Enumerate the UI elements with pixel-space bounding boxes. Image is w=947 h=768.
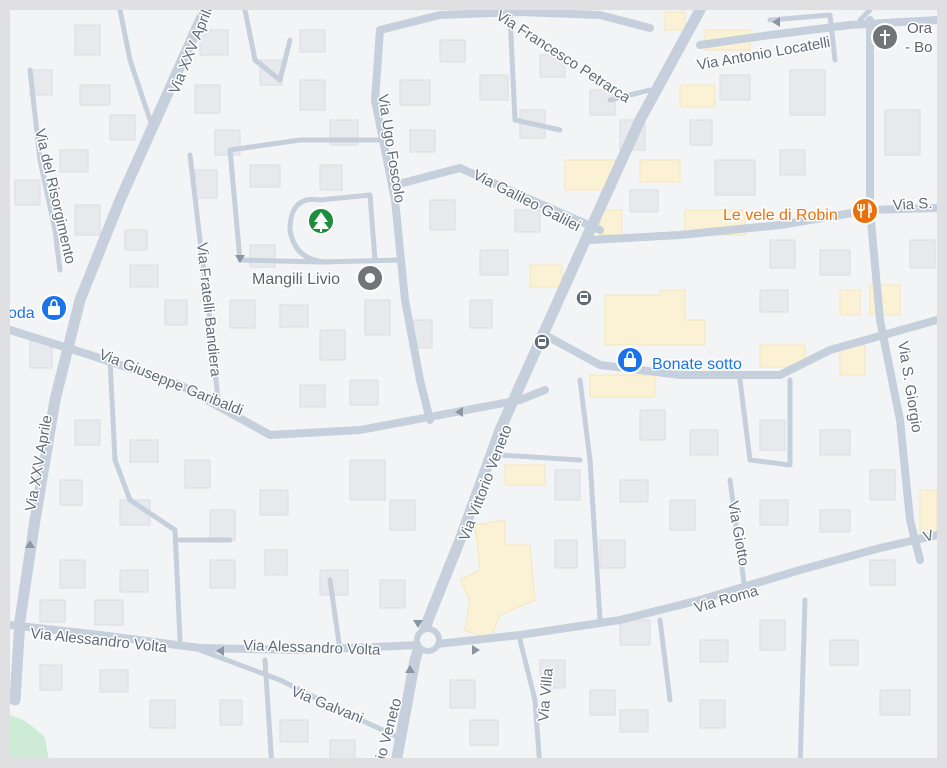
street-label-volta-right: Via Alessandro Volta — [243, 637, 381, 659]
street-label-foscolo: Via Ugo Foscolo — [374, 93, 408, 204]
poi-label-church-1: Ora — [907, 20, 933, 37]
street-label-giotto: Via Giotto — [724, 500, 752, 568]
street-label-vias-right: Via S. — [892, 195, 933, 214]
map-frame[interactable]: Via Francesco Petrarca Via Antonio Locat… — [0, 0, 947, 768]
poi-label-mangili: Mangili Livio — [252, 271, 340, 288]
street-label-garibaldi: Via Giuseppe Garibaldi — [97, 346, 246, 419]
bus-stop-1[interactable] — [575, 289, 593, 307]
street-label-volta-left: Via Alessandro Volta — [30, 625, 169, 656]
place-pin-icon — [365, 273, 375, 283]
map-canvas[interactable]: Via Francesco Petrarca Via Antonio Locat… — [0, 0, 947, 768]
street-label-bandiera: Via Fratelli Bandiera — [193, 242, 224, 378]
bus-stop-2[interactable] — [533, 333, 551, 351]
street-label-villa: Via Villa — [535, 667, 557, 723]
poi-shop-left[interactable]: oda — [8, 294, 68, 324]
poi-label-bonate: Bonate sotto — [652, 356, 742, 373]
poi-mangili[interactable]: Mangili Livio — [251, 264, 384, 292]
poi-bonate-sotto[interactable]: Bonate sotto — [616, 346, 743, 375]
poi-label-shop-left: oda — [8, 305, 35, 322]
street-label-xxv-aprile-left: Via XXV Aprile — [22, 414, 56, 513]
poi-vele-di-robin[interactable]: Le vele di Robin — [722, 197, 879, 226]
street-label-roma: Via Roma — [692, 582, 760, 617]
poi-park[interactable] — [307, 207, 335, 235]
poi-label-church-2: - Bo — [905, 39, 933, 56]
poi-label-vele: Le vele di Robin — [723, 207, 838, 224]
park-area — [10, 715, 49, 758]
